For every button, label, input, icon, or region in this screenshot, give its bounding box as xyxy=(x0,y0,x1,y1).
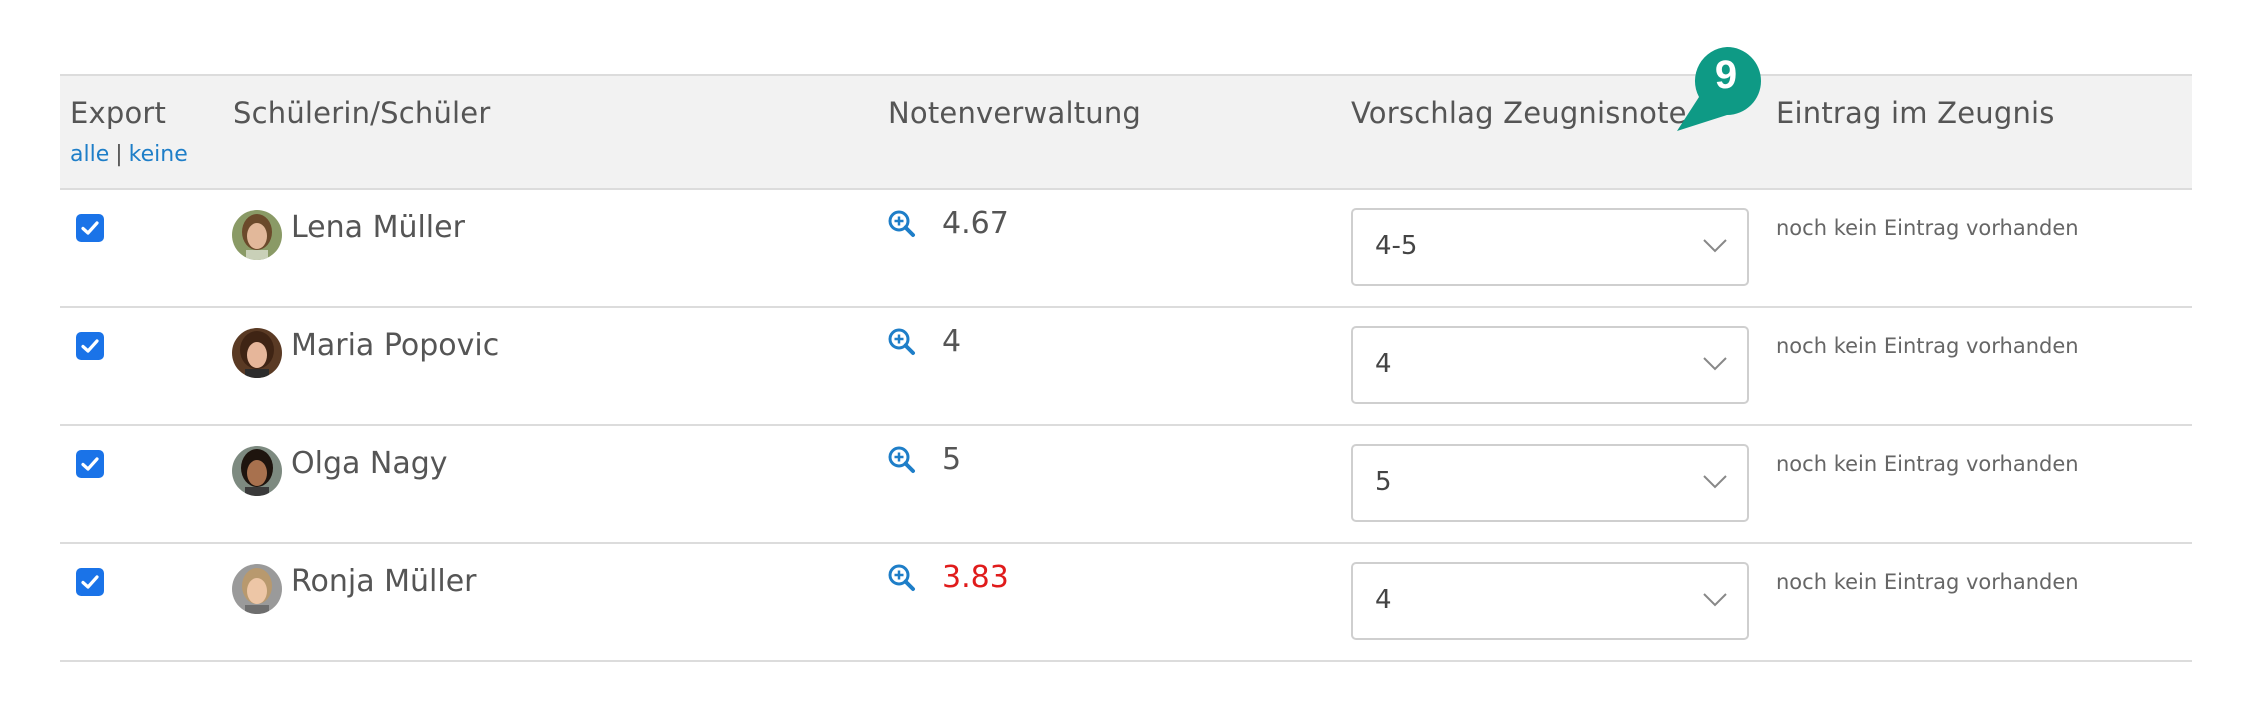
select-none-link[interactable]: keine xyxy=(129,142,188,167)
column-header-export: Export xyxy=(70,96,167,130)
export-selection-links: alle | keine xyxy=(70,142,188,167)
chevron-down-icon xyxy=(1703,474,1727,493)
zoom-in-icon[interactable] xyxy=(886,562,918,594)
zoom-in-icon[interactable] xyxy=(886,444,918,476)
column-header-suggestion: Vorschlag Zeugnisnote xyxy=(1351,96,1687,130)
student-name: Maria Popovic xyxy=(291,328,500,363)
grades-table: Export alle | keine Schülerin/Schüler Note… xyxy=(60,74,2192,662)
grade-suggestion-select[interactable]: 4-5 xyxy=(1351,208,1749,286)
export-checkbox[interactable] xyxy=(76,214,104,242)
avatar xyxy=(232,328,282,378)
select-value: 4 xyxy=(1375,349,1392,379)
avatar xyxy=(232,564,282,614)
report-entry-status: noch kein Eintrag vorhanden xyxy=(1776,334,2079,358)
report-entry-status: noch kein Eintrag vorhanden xyxy=(1776,452,2079,476)
export-checkbox[interactable] xyxy=(76,450,104,478)
report-entry-status: noch kein Eintrag vorhanden xyxy=(1776,570,2079,594)
table-header: Export alle | keine Schülerin/Schüler Note… xyxy=(60,76,2192,190)
table-row: Lena Müller 4.67 4-5 noch kein Eintrag v… xyxy=(60,190,2192,308)
callout-badge-number: 9 xyxy=(1714,53,1738,97)
student-name: Lena Müller xyxy=(291,210,465,245)
grade-suggestion-select[interactable]: 4 xyxy=(1351,562,1749,640)
check-icon xyxy=(81,457,99,471)
zoom-in-icon[interactable] xyxy=(886,326,918,358)
select-all-link[interactable]: alle xyxy=(70,142,109,167)
avatar xyxy=(232,446,282,496)
select-value: 4-5 xyxy=(1375,231,1418,261)
grade-suggestion-select[interactable]: 5 xyxy=(1351,444,1749,522)
check-icon xyxy=(81,339,99,353)
table-row: Olga Nagy 5 5 noch kein Eintrag vorhande… xyxy=(60,426,2192,544)
link-separator: | xyxy=(115,142,123,167)
current-grade: 3.83 xyxy=(942,560,1009,595)
report-entry-status: noch kein Eintrag vorhanden xyxy=(1776,216,2079,240)
current-grade: 5 xyxy=(942,442,962,477)
column-header-student: Schülerin/Schüler xyxy=(233,96,491,130)
select-value: 4 xyxy=(1375,585,1392,615)
student-name: Olga Nagy xyxy=(291,446,448,481)
check-icon xyxy=(81,221,99,235)
select-value: 5 xyxy=(1375,467,1392,497)
current-grade: 4 xyxy=(942,324,962,359)
column-header-grade-admin: Notenverwaltung xyxy=(888,96,1142,130)
column-header-report-entry: Eintrag im Zeugnis xyxy=(1776,96,2055,130)
chevron-down-icon xyxy=(1703,356,1727,375)
student-name: Ronja Müller xyxy=(291,564,477,599)
avatar xyxy=(232,210,282,260)
grade-suggestion-select[interactable]: 4 xyxy=(1351,326,1749,404)
table-row: Ronja Müller 3.83 4 noch kein Eintrag vo… xyxy=(60,544,2192,662)
zoom-in-icon[interactable] xyxy=(886,208,918,240)
table-row: Maria Popovic 4 4 noch kein Eintrag vorh… xyxy=(60,308,2192,426)
chevron-down-icon xyxy=(1703,592,1727,611)
export-checkbox[interactable] xyxy=(76,568,104,596)
check-icon xyxy=(81,575,99,589)
chevron-down-icon xyxy=(1703,238,1727,257)
current-grade: 4.67 xyxy=(942,206,1009,241)
export-checkbox[interactable] xyxy=(76,332,104,360)
